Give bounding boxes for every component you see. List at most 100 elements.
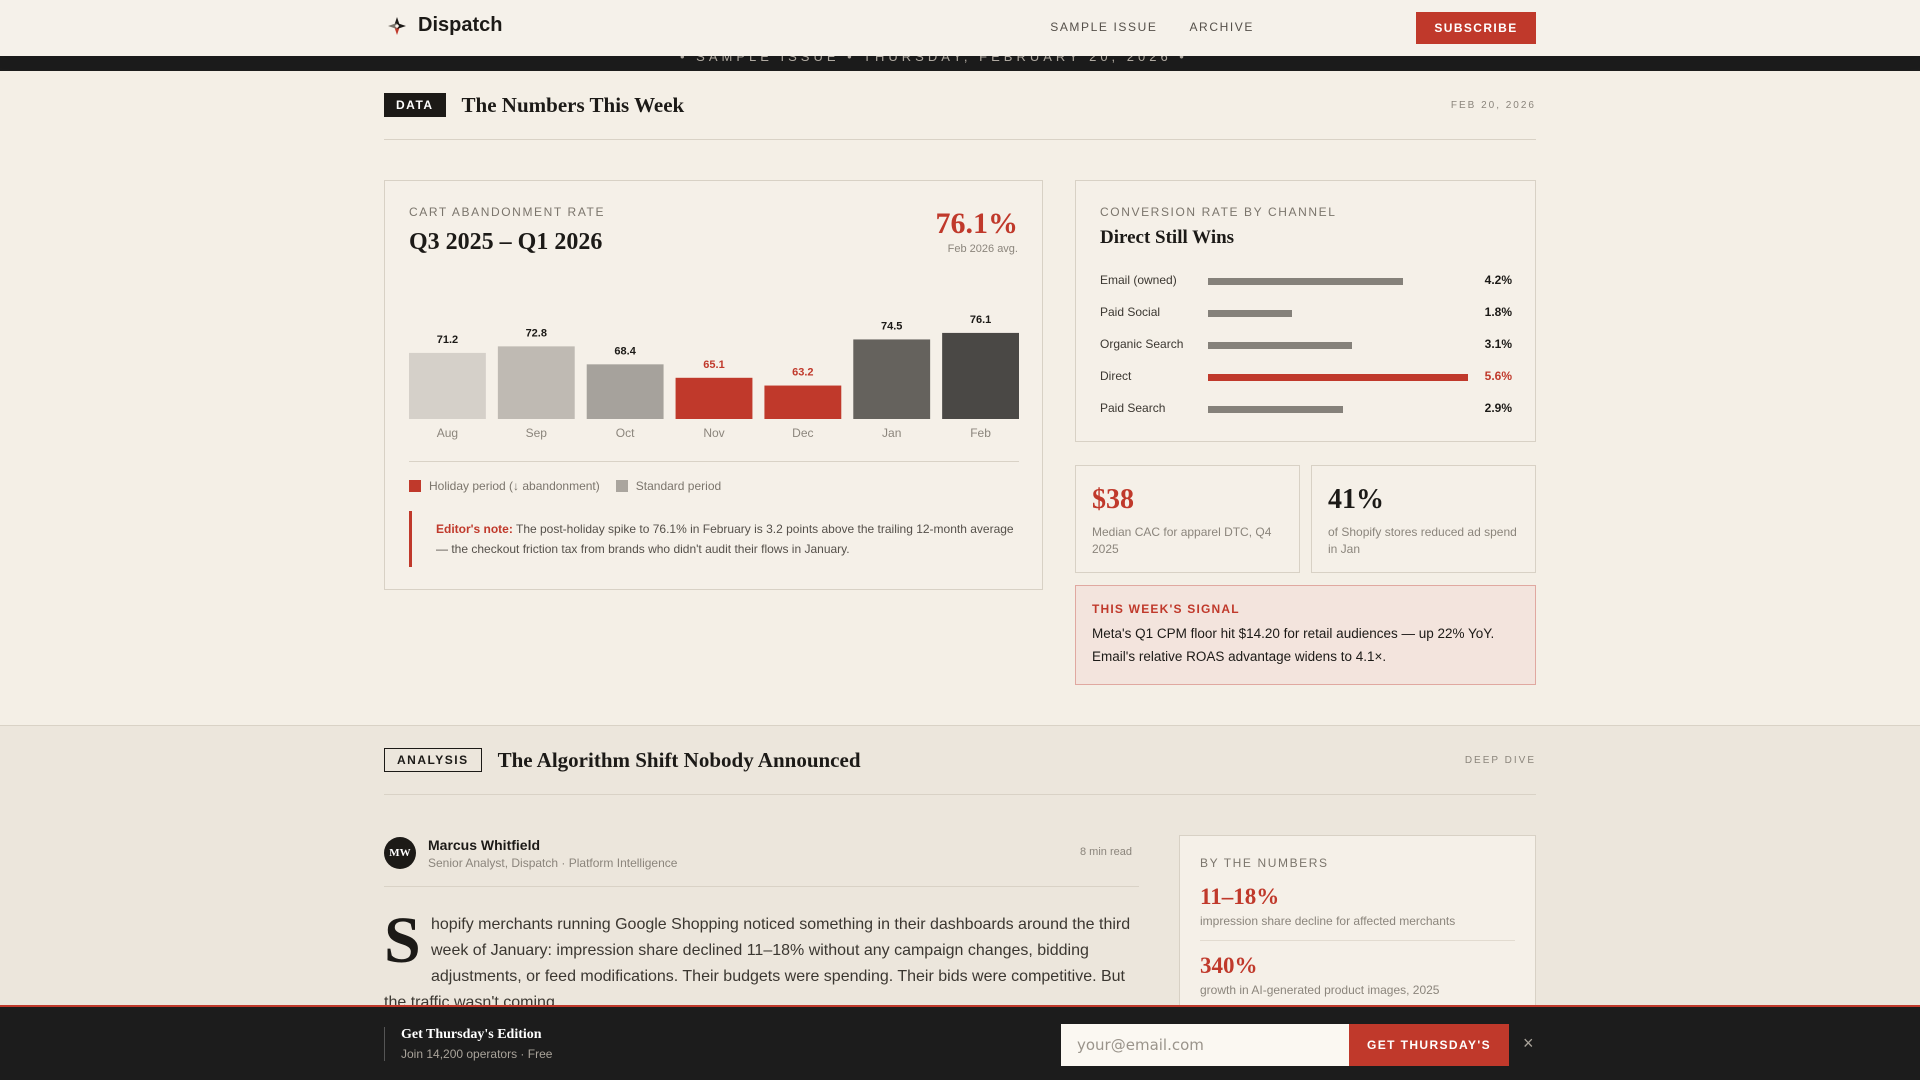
numbers-value: 11–18%	[1200, 884, 1280, 909]
channel-bar-track	[1208, 406, 1468, 413]
channel-row: Organic Search 3.1%	[1100, 335, 1512, 355]
bar-feb	[942, 332, 1019, 419]
bar-category-label: Oct	[616, 426, 635, 440]
data-tag: DATA	[384, 93, 446, 117]
channel-bar-track	[1208, 374, 1468, 381]
signal-text: Meta's Q1 CPM floor hit $14.20 for retai…	[1092, 626, 1495, 664]
cart-headline-value: 76.1%	[935, 207, 1019, 240]
author-name[interactable]: Marcus Whitfield	[428, 837, 540, 853]
data-section-date: FEB 20, 2026	[1450, 99, 1536, 111]
signup-promo: Get Thursday's Edition Join 14,200 opera…	[384, 1027, 552, 1061]
bar-category-label: Nov	[703, 426, 724, 440]
bar-category-label: Sep	[526, 426, 548, 440]
bar-category-label: Feb	[970, 426, 991, 440]
channel-row: Paid Search 2.9%	[1100, 399, 1512, 419]
bar-value-label: 71.2	[437, 334, 458, 346]
newsletter-signup-bar: Get Thursday's Edition Join 14,200 opera…	[0, 1005, 1920, 1080]
subscribe-button[interactable]: SUBSCRIBE	[1416, 12, 1536, 44]
analysis-section-meta: DEEP DIVE	[1464, 754, 1536, 766]
bar-category-label: Jan	[882, 426, 901, 440]
nav-links: SAMPLE ISSUE ARCHIVE	[1050, 20, 1254, 34]
cart-headline-sub: Feb 2026 avg.	[947, 243, 1018, 255]
analysis-section-header: ANALYSIS The Algorithm Shift Nobody Anno…	[384, 740, 1536, 780]
author-divider	[384, 886, 1139, 887]
nav-link-sample-issue[interactable]: SAMPLE ISSUE	[1050, 20, 1157, 34]
bar-category-label: Aug	[437, 426, 458, 440]
channel-bar	[1208, 278, 1403, 285]
data-section-header: DATA The Numbers This Week FEB 20, 2026	[384, 85, 1536, 125]
channel-bar	[1208, 374, 1468, 381]
signal-label: THIS WEEK'S SIGNAL	[1092, 602, 1240, 616]
editor-note-text: The post-holiday spike to 76.1% in Febru…	[436, 522, 1014, 556]
bar-oct	[586, 364, 664, 419]
numbers-item: 340% growth in AI-generated product imag…	[1200, 953, 1515, 997]
bar-value-label: 65.1	[703, 359, 724, 371]
numbers-divider	[1200, 940, 1515, 941]
channel-label: Paid Search	[1100, 401, 1166, 415]
cart-title: Q3 2025 – Q1 2026	[409, 229, 603, 255]
signup-subtitle: Join 14,200 operators · Free	[401, 1047, 553, 1061]
channel-label: Email (owned)	[1100, 273, 1177, 287]
bar-value-label: 68.4	[614, 345, 636, 357]
cart-abandonment-chart: 71.2 Aug 72.8 Sep 68.4 Oct 65.1 Nov 63.2 Dec 74.5 J…	[409, 314, 1019, 440]
channel-value: 1.8%	[1484, 305, 1512, 319]
bar-jan	[853, 339, 931, 419]
numbers-desc: growth in AI-generated product images, 2…	[1200, 983, 1440, 997]
author-avatar: MW	[384, 837, 416, 869]
legend-holiday-swatch	[409, 480, 421, 492]
editor-note: Editor's note: The post-holiday spike to…	[409, 511, 1019, 567]
channel-bar	[1208, 342, 1352, 349]
bar-dec	[764, 385, 842, 419]
channel-bar	[1208, 406, 1343, 413]
top-nav: Dispatch SAMPLE ISSUE ARCHIVE SUBSCRIBE	[0, 0, 1920, 56]
legend-standard-label: Standard period	[635, 479, 722, 493]
author-role: Senior Analyst, Dispatch · Platform Inte…	[428, 856, 678, 870]
numbers-value: 340%	[1200, 953, 1258, 978]
channel-bar-track	[1208, 278, 1468, 285]
read-time: 8 min read	[1080, 846, 1132, 858]
bar-category-label: Dec	[792, 426, 813, 440]
email-input[interactable]	[1061, 1024, 1349, 1066]
bar-value-label: 76.1	[970, 314, 991, 326]
brand[interactable]: Dispatch	[386, 14, 502, 37]
divider	[384, 139, 1536, 140]
channel-label: Paid Social	[1100, 305, 1161, 319]
stat-value: $38	[1092, 484, 1134, 515]
get-thursdays-button[interactable]: GET THURSDAY'S	[1349, 1024, 1509, 1066]
cart-headline: 76.1% Feb 2026 avg.	[936, 207, 1019, 255]
channel-value: 4.2%	[1484, 273, 1512, 287]
bar-value-label: 63.2	[792, 367, 813, 379]
numbers-eyebrow: BY THE NUMBERS	[1200, 856, 1329, 870]
channel-value: 2.9%	[1484, 401, 1512, 415]
numbers-item: 11–18% impression share decline for affe…	[1200, 884, 1515, 928]
bar-value-label: 72.8	[526, 327, 547, 339]
editor-note-label: Editor's note:	[436, 522, 513, 536]
chart-divider	[409, 461, 1019, 462]
numbers-desc: impression share decline for affected me…	[1200, 914, 1456, 928]
chart-legend: Holiday period (↓ abandonment) Standard …	[409, 479, 721, 493]
channel-row: Paid Social 1.8%	[1100, 303, 1512, 323]
channel-value: 5.6%	[1484, 369, 1512, 383]
ticker-text: • SAMPLE ISSUE • THURSDAY, FEBRUARY 20, …	[680, 56, 1188, 64]
brand-name: Dispatch	[418, 14, 503, 36]
cart-abandonment-card: CART ABANDONMENT RATE Q3 2025 – Q1 2026 …	[384, 180, 1043, 590]
channel-title: Direct Still Wins	[1100, 227, 1235, 248]
analysis-section-title[interactable]: The Algorithm Shift Nobody Announced	[498, 748, 861, 773]
analysis-tag: ANALYSIS	[384, 748, 482, 772]
stat-value: 41%	[1328, 484, 1384, 515]
brand-logo-icon	[388, 16, 406, 35]
divider	[384, 794, 1536, 795]
legend-standard-swatch	[615, 480, 628, 492]
nav-link-archive[interactable]: ARCHIVE	[1189, 20, 1254, 34]
channel-row: Email (owned) 4.2%	[1100, 271, 1512, 291]
channel-bar	[1208, 310, 1292, 317]
bar-nov	[675, 377, 753, 419]
channel-eyebrow: CONVERSION RATE BY CHANNEL	[1100, 205, 1337, 219]
conversion-by-channel-card: CONVERSION RATE BY CHANNEL Direct Still …	[1075, 180, 1536, 442]
stat-description: of Shopify stores reduced ad spend in Ja…	[1328, 525, 1517, 556]
channel-bar-track	[1208, 342, 1468, 349]
channel-bar-track	[1208, 310, 1468, 317]
legend-holiday-label: Holiday period (↓ abandonment)	[429, 479, 600, 493]
data-section-title: The Numbers This Week	[461, 92, 685, 117]
close-icon[interactable]: ×	[1523, 1033, 1534, 1054]
